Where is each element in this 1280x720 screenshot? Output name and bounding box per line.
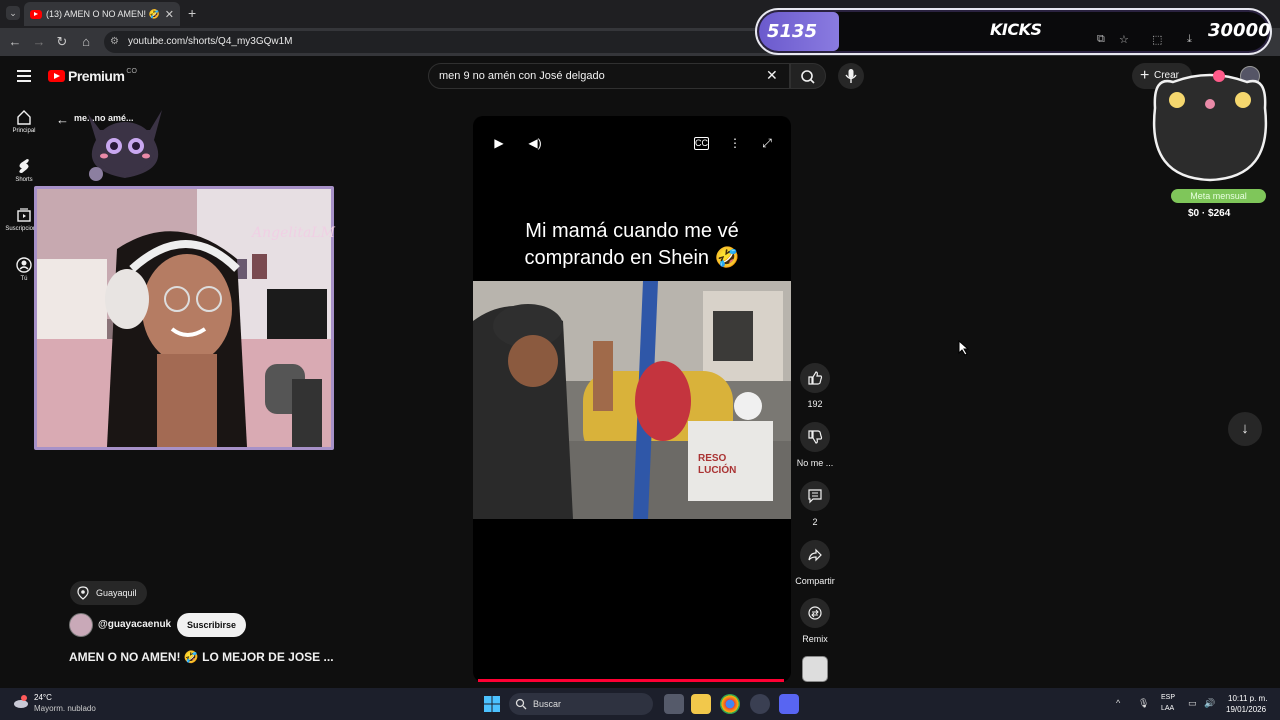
- browser-tab[interactable]: (13) AMEN O NO AMEN! 🤣 LO ✕: [24, 2, 180, 26]
- back-arrow-icon[interactable]: ←: [56, 112, 69, 127]
- dislike-label: No me ...: [796, 458, 834, 468]
- tab-title: (13) AMEN O NO AMEN! 🤣 LO: [46, 8, 161, 19]
- you-icon: [16, 257, 32, 273]
- download-icon[interactable]: ⤓: [1187, 33, 1192, 46]
- weather-description[interactable]: Mayorm. nublado: [34, 704, 96, 713]
- speaker-icon[interactable]: 🔊: [1204, 698, 1215, 709]
- file-explorer-icon[interactable]: [691, 694, 711, 714]
- play-icon[interactable]: ▶: [490, 134, 508, 152]
- back-icon[interactable]: ←: [6, 33, 24, 51]
- search-input[interactable]: men 9 no amén con José delgado: [428, 63, 790, 89]
- kicks-goal: 30000: [1208, 20, 1271, 41]
- monthly-goal-label: Meta mensual: [1171, 189, 1266, 203]
- share-icon: [808, 548, 822, 562]
- share-label: Compartir: [795, 576, 835, 586]
- caption-line-1: Mi mamá cuando me vé: [525, 220, 739, 242]
- search-icon: [801, 70, 815, 84]
- url-field[interactable]: youtube.com/shorts/Q4_my3GQw1M: [104, 31, 784, 53]
- country-code: CO: [126, 67, 137, 75]
- channel-avatar[interactable]: [69, 613, 93, 637]
- comments-count: 2: [812, 517, 818, 527]
- chrome-icon[interactable]: [720, 694, 740, 714]
- forward-icon[interactable]: →: [30, 33, 48, 51]
- home-icon: [17, 110, 31, 125]
- show-hidden-icons[interactable]: ^: [1116, 698, 1120, 708]
- video-scene-image: RESO LUCIÓN: [473, 281, 791, 519]
- kicks-count: 5135: [759, 12, 839, 51]
- location-pin-icon: [77, 586, 89, 600]
- clear-search-icon[interactable]: ✕: [766, 67, 778, 84]
- caption-line-2: comprando en Shein 🤣: [524, 247, 740, 269]
- input-layout[interactable]: LAA: [1161, 705, 1174, 712]
- like-count: 192: [807, 399, 823, 409]
- install-app-icon[interactable]: ⧉: [1097, 33, 1105, 46]
- sound-thumbnail[interactable]: [802, 656, 828, 682]
- video-title[interactable]: AMEN O NO AMEN! 🤣 LO MEJOR DE JOSE ...: [69, 650, 334, 664]
- remix-button[interactable]: Remix: [795, 598, 835, 644]
- thumbs-up-icon: [808, 371, 823, 385]
- svg-text:RESO: RESO: [698, 453, 727, 464]
- task-view-icon[interactable]: [664, 694, 684, 714]
- taskbar-search-icon: [515, 698, 527, 710]
- logo-text: Premium: [68, 68, 125, 84]
- share-button[interactable]: Compartir: [795, 540, 835, 586]
- rail-label: Principal: [12, 128, 36, 134]
- youtube-favicon-icon: [30, 9, 42, 19]
- mouse-cursor-icon: [958, 340, 970, 356]
- discord-icon[interactable]: [779, 694, 799, 714]
- weather-temperature[interactable]: 24°C: [34, 693, 52, 702]
- menu-icon[interactable]: [17, 70, 31, 82]
- rail-item-shorts[interactable]: Shorts: [4, 157, 44, 183]
- bookmark-star-icon[interactable]: ☆: [1119, 33, 1129, 46]
- extensions-icon[interactable]: ⬚: [1152, 33, 1162, 46]
- taskbar-search[interactable]: Buscar: [509, 693, 653, 715]
- dislike-button[interactable]: No me ...: [795, 422, 835, 468]
- home-browser-icon[interactable]: ⌂: [77, 33, 95, 51]
- svg-text:LUCIÓN: LUCIÓN: [698, 463, 736, 476]
- channel-handle[interactable]: @guayacaenuk: [98, 619, 171, 630]
- youtube-premium-logo[interactable]: Premium CO: [48, 68, 137, 84]
- monthly-goal-value: $0 · $264: [1188, 208, 1231, 219]
- thumbs-down-icon: [808, 430, 823, 444]
- volume-icon[interactable]: ◀): [526, 134, 544, 152]
- new-tab-button[interactable]: +: [188, 5, 196, 21]
- subscribe-button[interactable]: Suscribirse: [177, 613, 247, 637]
- voice-search-button[interactable]: [838, 63, 864, 89]
- search-button[interactable]: [790, 63, 826, 89]
- comment-icon: [808, 489, 822, 504]
- shorts-icon: [19, 159, 29, 173]
- microphone-icon: [845, 69, 857, 83]
- progress-fill: [478, 679, 784, 682]
- comments-button[interactable]: 2: [795, 481, 835, 527]
- reload-icon[interactable]: ↻: [53, 33, 71, 51]
- rail-label: Shorts: [15, 177, 33, 183]
- remix-label: Remix: [802, 634, 828, 644]
- more-options-icon[interactable]: ⋮: [726, 134, 744, 152]
- taskbar-date[interactable]: 19/01/2026: [1226, 705, 1266, 714]
- rail-item-home[interactable]: Principal: [4, 108, 44, 134]
- tab-list-button[interactable]: ⌄: [6, 6, 20, 20]
- kicks-label: KICKS: [990, 20, 1042, 39]
- obs-icon[interactable]: [750, 694, 770, 714]
- input-language[interactable]: ESP: [1161, 694, 1175, 701]
- youtube-logo-icon: [48, 70, 65, 82]
- fullscreen-icon[interactable]: ⤢: [758, 134, 776, 152]
- site-info-icon[interactable]: ⚙: [110, 36, 122, 48]
- like-button[interactable]: 192: [795, 363, 835, 409]
- webcam-sign-text: AngelitaLM: [252, 225, 335, 241]
- close-tab-icon[interactable]: ✕: [165, 8, 174, 21]
- mic-tray-icon[interactable]: 🎙: [1138, 698, 1149, 709]
- video-caption: Mi mamá cuando me vé comprando en Shein …: [473, 218, 791, 272]
- captions-icon[interactable]: CC: [694, 137, 709, 150]
- remix-icon: [808, 606, 822, 620]
- cat-mascot-overlay: [88, 110, 162, 181]
- taskbar-time[interactable]: 10:11 p. m.: [1228, 694, 1267, 703]
- next-short-button[interactable]: ↓: [1228, 412, 1262, 446]
- windows-start-icon[interactable]: [484, 696, 500, 712]
- network-icon[interactable]: ▭: [1188, 698, 1197, 709]
- meta-ghost-cat-overlay: [1152, 70, 1268, 182]
- weather-cloud-icon: [14, 695, 28, 708]
- video-frame: RESO LUCIÓN: [473, 281, 791, 519]
- subscriptions-icon: [17, 208, 31, 222]
